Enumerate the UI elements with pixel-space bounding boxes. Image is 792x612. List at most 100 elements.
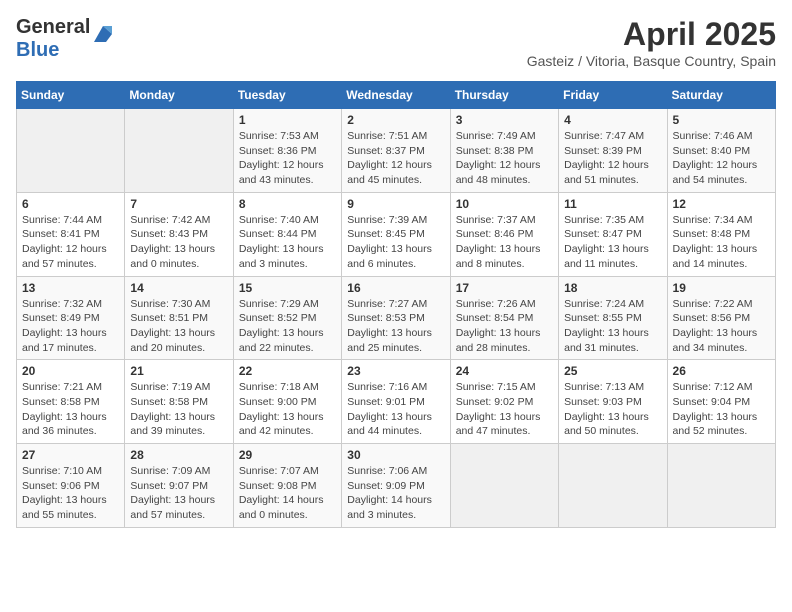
calendar-cell bbox=[125, 109, 233, 193]
day-info: Sunrise: 7:16 AMSunset: 9:01 PMDaylight:… bbox=[347, 380, 444, 439]
day-number: 25 bbox=[564, 364, 661, 378]
day-info: Sunrise: 7:06 AMSunset: 9:09 PMDaylight:… bbox=[347, 464, 444, 523]
day-number: 26 bbox=[673, 364, 770, 378]
calendar-cell: 17 Sunrise: 7:26 AMSunset: 8:54 PMDayligh… bbox=[450, 276, 558, 360]
calendar-week-row: 1 Sunrise: 7:53 AMSunset: 8:36 PMDaylight… bbox=[17, 109, 776, 193]
title-block: April 2025 Gasteiz / Vitoria, Basque Cou… bbox=[527, 16, 776, 69]
day-info: Sunrise: 7:12 AMSunset: 9:04 PMDaylight:… bbox=[673, 380, 770, 439]
calendar-week-row: 20 Sunrise: 7:21 AMSunset: 8:58 PMDayligh… bbox=[17, 360, 776, 444]
calendar-cell: 6 Sunrise: 7:44 AMSunset: 8:41 PMDaylight… bbox=[17, 192, 125, 276]
day-number: 18 bbox=[564, 281, 661, 295]
day-info: Sunrise: 7:15 AMSunset: 9:02 PMDaylight:… bbox=[456, 380, 553, 439]
calendar-cell: 23 Sunrise: 7:16 AMSunset: 9:01 PMDayligh… bbox=[342, 360, 450, 444]
day-number: 6 bbox=[22, 197, 119, 211]
logo-icon bbox=[92, 24, 114, 46]
day-info: Sunrise: 7:19 AMSunset: 8:58 PMDaylight:… bbox=[130, 380, 227, 439]
day-number: 23 bbox=[347, 364, 444, 378]
day-number: 12 bbox=[673, 197, 770, 211]
day-info: Sunrise: 7:42 AMSunset: 8:43 PMDaylight:… bbox=[130, 213, 227, 272]
calendar-cell: 3Sunrise: 7:49 AMSunset: 8:38 PMDaylight… bbox=[450, 109, 558, 193]
day-info: Sunrise: 7:44 AMSunset: 8:41 PMDaylight:… bbox=[22, 213, 119, 272]
calendar-cell bbox=[450, 444, 558, 528]
day-number: 8 bbox=[239, 197, 336, 211]
day-number: 24 bbox=[456, 364, 553, 378]
logo-general: General bbox=[16, 16, 90, 38]
day-info: Sunrise: 7:51 AMSunset: 8:37 PMDaylight:… bbox=[347, 129, 444, 188]
weekday-header: Sunday bbox=[17, 82, 125, 109]
calendar-cell: 29Sunrise: 7:07 AMSunset: 9:08 PMDayligh… bbox=[233, 444, 341, 528]
day-info: Sunrise: 7:22 AMSunset: 8:56 PMDaylight:… bbox=[673, 297, 770, 356]
logo-blue: Blue bbox=[16, 39, 59, 61]
calendar-cell: 9Sunrise: 7:39 AMSunset: 8:45 PMDaylight… bbox=[342, 192, 450, 276]
day-info: Sunrise: 7:39 AMSunset: 8:45 PMDaylight:… bbox=[347, 213, 444, 272]
page-subtitle: Gasteiz / Vitoria, Basque Country, Spain bbox=[527, 53, 776, 69]
calendar-cell: 26 Sunrise: 7:12 AMSunset: 9:04 PMDayligh… bbox=[667, 360, 775, 444]
page-title: April 2025 bbox=[527, 16, 776, 53]
weekday-header-row: SundayMondayTuesdayWednesdayThursdayFrid… bbox=[17, 82, 776, 109]
calendar-week-row: 27 Sunrise: 7:10 AMSunset: 9:06 PMDayligh… bbox=[17, 444, 776, 528]
day-number: 2 bbox=[347, 113, 444, 127]
day-info: Sunrise: 7:24 AMSunset: 8:55 PMDaylight:… bbox=[564, 297, 661, 356]
day-number: 22 bbox=[239, 364, 336, 378]
day-info: Sunrise: 7:10 AMSunset: 9:06 PMDaylight:… bbox=[22, 464, 119, 523]
day-info: Sunrise: 7:35 AMSunset: 8:47 PMDaylight:… bbox=[564, 213, 661, 272]
day-info: Sunrise: 7:47 AMSunset: 8:39 PMDaylight:… bbox=[564, 129, 661, 188]
day-info: Sunrise: 7:27 AMSunset: 8:53 PMDaylight:… bbox=[347, 297, 444, 356]
calendar-cell: 15 Sunrise: 7:29 AMSunset: 8:52 PMDayligh… bbox=[233, 276, 341, 360]
calendar-cell: 13Sunrise: 7:32 AMSunset: 8:49 PMDayligh… bbox=[17, 276, 125, 360]
calendar-cell: 30 Sunrise: 7:06 AMSunset: 9:09 PMDayligh… bbox=[342, 444, 450, 528]
day-info: Sunrise: 7:07 AMSunset: 9:08 PMDaylight:… bbox=[239, 464, 336, 523]
day-info: Sunrise: 7:37 AMSunset: 8:46 PMDaylight:… bbox=[456, 213, 553, 272]
calendar-cell: 10 Sunrise: 7:37 AMSunset: 8:46 PMDayligh… bbox=[450, 192, 558, 276]
weekday-header: Wednesday bbox=[342, 82, 450, 109]
day-number: 10 bbox=[456, 197, 553, 211]
day-number: 4 bbox=[564, 113, 661, 127]
day-info: Sunrise: 7:13 AMSunset: 9:03 PMDaylight:… bbox=[564, 380, 661, 439]
calendar-table: SundayMondayTuesdayWednesdayThursdayFrid… bbox=[16, 81, 776, 528]
day-info: Sunrise: 7:21 AMSunset: 8:58 PMDaylight:… bbox=[22, 380, 119, 439]
day-number: 15 bbox=[239, 281, 336, 295]
day-number: 16 bbox=[347, 281, 444, 295]
day-info: Sunrise: 7:34 AMSunset: 8:48 PMDaylight:… bbox=[673, 213, 770, 272]
calendar-cell: 2 Sunrise: 7:51 AMSunset: 8:37 PMDaylight… bbox=[342, 109, 450, 193]
calendar-cell: 25 Sunrise: 7:13 AMSunset: 9:03 PMDayligh… bbox=[559, 360, 667, 444]
calendar-cell: 11 Sunrise: 7:35 AMSunset: 8:47 PMDayligh… bbox=[559, 192, 667, 276]
calendar-cell: 27 Sunrise: 7:10 AMSunset: 9:06 PMDayligh… bbox=[17, 444, 125, 528]
day-info: Sunrise: 7:30 AMSunset: 8:51 PMDaylight:… bbox=[130, 297, 227, 356]
calendar-cell: 7 Sunrise: 7:42 AMSunset: 8:43 PMDaylight… bbox=[125, 192, 233, 276]
calendar-cell bbox=[667, 444, 775, 528]
day-number: 30 bbox=[347, 448, 444, 462]
day-number: 17 bbox=[456, 281, 553, 295]
calendar-cell: 4 Sunrise: 7:47 AMSunset: 8:39 PMDaylight… bbox=[559, 109, 667, 193]
logo: General Blue bbox=[16, 16, 114, 62]
calendar-cell: 12 Sunrise: 7:34 AMSunset: 8:48 PMDayligh… bbox=[667, 192, 775, 276]
day-number: 28 bbox=[130, 448, 227, 462]
weekday-header: Thursday bbox=[450, 82, 558, 109]
weekday-header: Saturday bbox=[667, 82, 775, 109]
weekday-header: Monday bbox=[125, 82, 233, 109]
day-number: 27 bbox=[22, 448, 119, 462]
day-number: 21 bbox=[130, 364, 227, 378]
weekday-header: Friday bbox=[559, 82, 667, 109]
day-info: Sunrise: 7:26 AMSunset: 8:54 PMDaylight:… bbox=[456, 297, 553, 356]
day-info: Sunrise: 7:46 AMSunset: 8:40 PMDaylight:… bbox=[673, 129, 770, 188]
calendar-cell: 20 Sunrise: 7:21 AMSunset: 8:58 PMDayligh… bbox=[17, 360, 125, 444]
weekday-header: Tuesday bbox=[233, 82, 341, 109]
day-number: 20 bbox=[22, 364, 119, 378]
day-info: Sunrise: 7:49 AMSunset: 8:38 PMDaylight:… bbox=[456, 129, 553, 188]
day-number: 11 bbox=[564, 197, 661, 211]
day-info: Sunrise: 7:29 AMSunset: 8:52 PMDaylight:… bbox=[239, 297, 336, 356]
calendar-cell: 8Sunrise: 7:40 AMSunset: 8:44 PMDaylight… bbox=[233, 192, 341, 276]
calendar-cell: 19Sunrise: 7:22 AMSunset: 8:56 PMDayligh… bbox=[667, 276, 775, 360]
calendar-cell: 5Sunrise: 7:46 AMSunset: 8:40 PMDaylight… bbox=[667, 109, 775, 193]
page-header: General Blue April 2025 Gasteiz / Vitori… bbox=[16, 16, 776, 69]
day-number: 7 bbox=[130, 197, 227, 211]
day-number: 1 bbox=[239, 113, 336, 127]
day-info: Sunrise: 7:53 AMSunset: 8:36 PMDaylight:… bbox=[239, 129, 336, 188]
logo-text: General Blue bbox=[16, 16, 90, 62]
calendar-cell bbox=[17, 109, 125, 193]
calendar-cell bbox=[559, 444, 667, 528]
calendar-cell: 14Sunrise: 7:30 AMSunset: 8:51 PMDayligh… bbox=[125, 276, 233, 360]
calendar-cell: 24 Sunrise: 7:15 AMSunset: 9:02 PMDayligh… bbox=[450, 360, 558, 444]
calendar-cell: 28Sunrise: 7:09 AMSunset: 9:07 PMDayligh… bbox=[125, 444, 233, 528]
